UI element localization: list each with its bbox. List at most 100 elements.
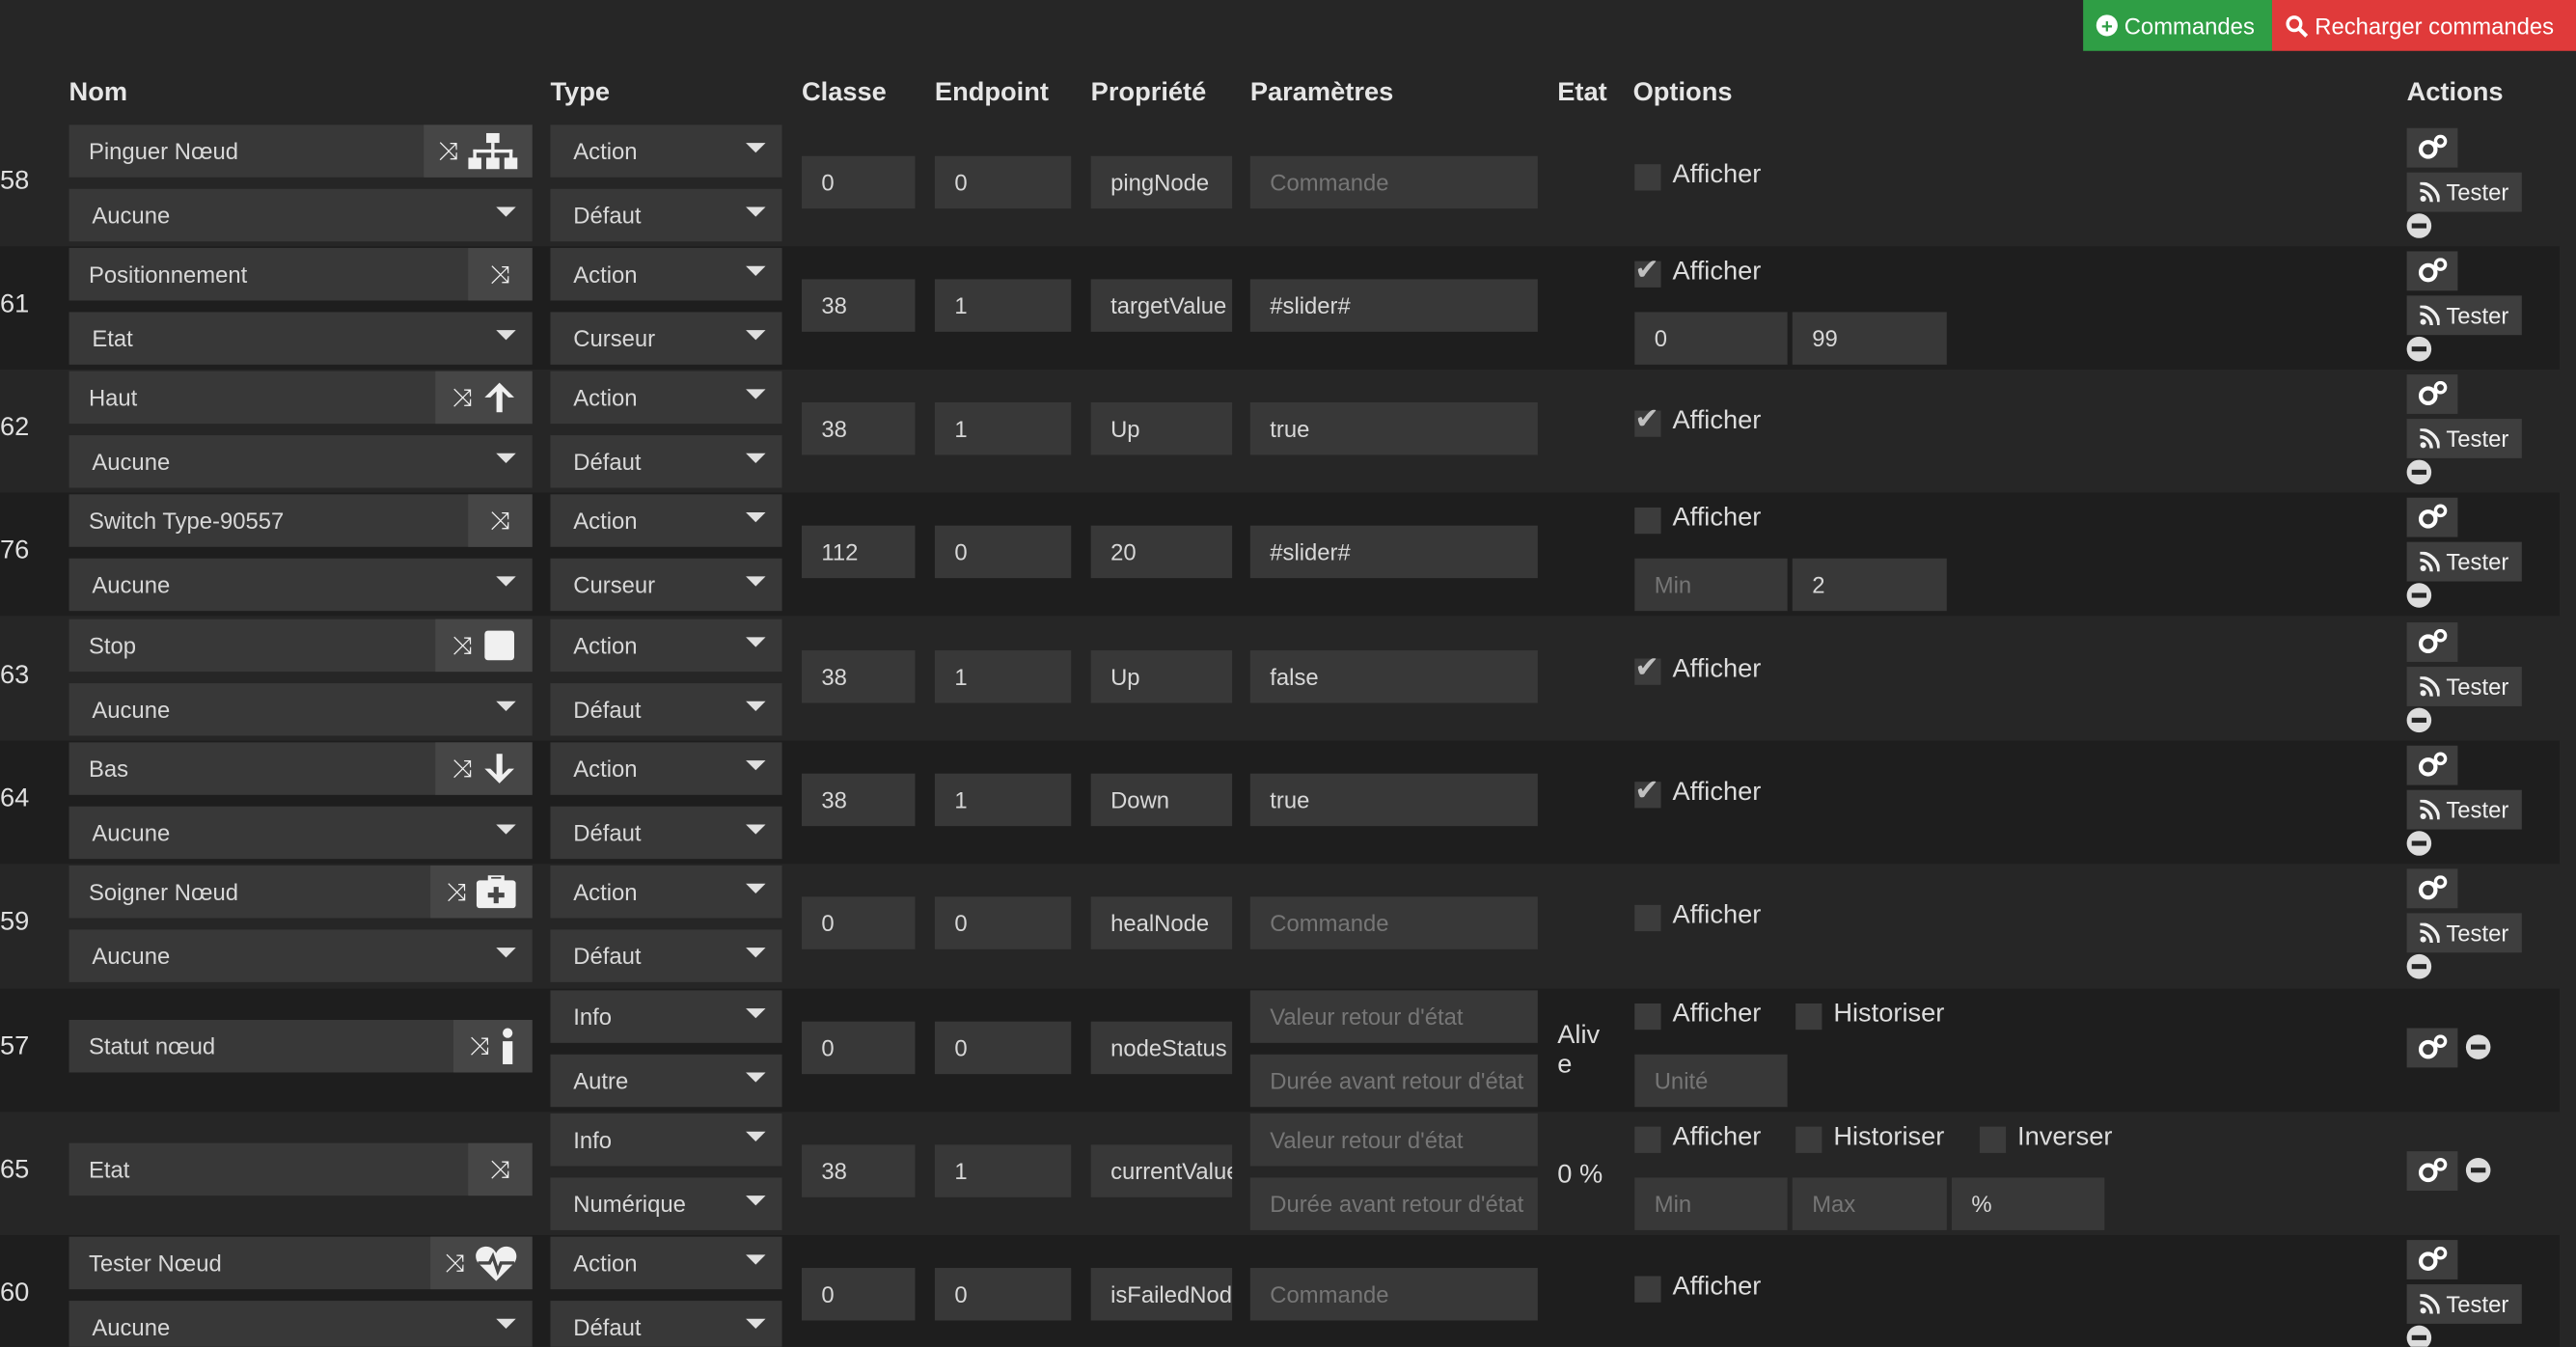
- classe-input[interactable]: 38: [801, 279, 916, 332]
- value-select[interactable]: Aucune: [69, 683, 533, 736]
- value-select[interactable]: Aucune: [69, 558, 533, 612]
- remove-icon[interactable]: [2406, 831, 2432, 856]
- command-name-input[interactable]: Etat: [69, 1142, 533, 1196]
- classe-input[interactable]: 0: [801, 896, 916, 949]
- configure-button[interactable]: [2406, 745, 2458, 785]
- remove-icon[interactable]: [2406, 583, 2432, 608]
- icon-picker[interactable]: ⤨: [430, 866, 533, 919]
- duree-retour-input[interactable]: Durée avant retour d'état: [1249, 1054, 1538, 1108]
- value-select[interactable]: Aucune: [69, 1301, 533, 1347]
- configure-button[interactable]: [2406, 374, 2458, 414]
- afficher-checkbox[interactable]: ✔: [1634, 255, 1661, 288]
- propriete-input[interactable]: Down: [1090, 773, 1233, 827]
- classe-input[interactable]: 0: [801, 155, 916, 209]
- tester-button[interactable]: Tester: [2406, 419, 2522, 458]
- afficher-checkbox[interactable]: [1634, 507, 1661, 535]
- propriete-input[interactable]: Up: [1090, 650, 1233, 703]
- afficher-checkbox[interactable]: ✔: [1634, 775, 1661, 809]
- parametres-input[interactable]: #slider#: [1249, 279, 1538, 332]
- remove-icon[interactable]: [2465, 1034, 2491, 1059]
- configure-button[interactable]: [2406, 622, 2458, 662]
- tester-button[interactable]: Tester: [2406, 789, 2522, 830]
- remove-icon[interactable]: [2406, 459, 2432, 485]
- parametres-input[interactable]: false: [1249, 650, 1538, 703]
- icon-picker[interactable]: ⤨: [435, 619, 533, 673]
- classe-input[interactable]: 38: [801, 773, 916, 827]
- unit-input[interactable]: %: [1951, 1177, 2105, 1230]
- endpoint-input[interactable]: 1: [934, 650, 1072, 703]
- max-input[interactable]: Max: [1792, 1177, 1947, 1230]
- subtype-select[interactable]: Numérique: [550, 1177, 782, 1230]
- configure-button[interactable]: [2406, 1151, 2458, 1192]
- inverser-checkbox[interactable]: [1979, 1126, 2007, 1153]
- afficher-checkbox[interactable]: [1634, 164, 1661, 191]
- classe-input[interactable]: 38: [801, 402, 916, 455]
- subtype-select[interactable]: Défaut: [550, 929, 782, 982]
- reload-commands-button[interactable]: Recharger commandes: [2271, 0, 2576, 51]
- type-select[interactable]: Info: [550, 990, 782, 1043]
- type-select[interactable]: Info: [550, 1113, 782, 1167]
- icon-picker[interactable]: ⤨: [452, 1020, 533, 1073]
- subtype-select[interactable]: Curseur: [550, 312, 782, 365]
- remove-icon[interactable]: [2406, 707, 2432, 733]
- remove-icon[interactable]: [2406, 1325, 2432, 1347]
- configure-button[interactable]: [2406, 497, 2458, 537]
- tester-button[interactable]: Tester: [2406, 1284, 2522, 1324]
- historiser-checkbox[interactable]: [1795, 1126, 1822, 1153]
- endpoint-input[interactable]: 1: [934, 279, 1072, 332]
- tester-button[interactable]: Tester: [2406, 913, 2522, 953]
- classe-input[interactable]: 0: [801, 1268, 916, 1321]
- icon-picker[interactable]: ⤨: [468, 494, 533, 547]
- afficher-checkbox[interactable]: [1634, 904, 1661, 932]
- afficher-checkbox[interactable]: [1634, 1003, 1661, 1031]
- classe-input[interactable]: 38: [801, 1144, 916, 1197]
- configure-button[interactable]: [2406, 251, 2458, 291]
- configure-button[interactable]: [2406, 868, 2458, 909]
- parametres-input[interactable]: true: [1249, 402, 1538, 455]
- type-select[interactable]: Action: [550, 494, 782, 547]
- icon-picker[interactable]: ⤨: [435, 742, 533, 795]
- remove-icon[interactable]: [2406, 213, 2432, 238]
- type-select[interactable]: Action: [550, 124, 782, 178]
- propriete-input[interactable]: nodeStatus: [1090, 1021, 1233, 1075]
- min-input[interactable]: Min: [1634, 558, 1788, 612]
- endpoint-input[interactable]: 0: [934, 155, 1072, 209]
- historiser-checkbox[interactable]: [1795, 1003, 1822, 1031]
- icon-picker[interactable]: ⤨: [424, 124, 533, 178]
- configure-button[interactable]: [2406, 127, 2458, 168]
- subtype-select[interactable]: Défaut: [550, 683, 782, 736]
- type-select[interactable]: Action: [550, 619, 782, 673]
- endpoint-input[interactable]: 1: [934, 1144, 1072, 1197]
- max-input[interactable]: 2: [1792, 558, 1947, 612]
- tester-button[interactable]: Tester: [2406, 172, 2522, 212]
- parametres-input[interactable]: true: [1249, 773, 1538, 827]
- subtype-select[interactable]: Autre: [550, 1054, 782, 1108]
- endpoint-input[interactable]: 0: [934, 896, 1072, 949]
- propriete-input[interactable]: 20: [1090, 525, 1233, 579]
- parametres-input[interactable]: Commande: [1249, 1268, 1538, 1321]
- endpoint-input[interactable]: 0: [934, 525, 1072, 579]
- endpoint-input[interactable]: 1: [934, 773, 1072, 827]
- min-input[interactable]: Min: [1634, 1177, 1788, 1230]
- value-select[interactable]: Aucune: [69, 435, 533, 488]
- value-select[interactable]: Aucune: [69, 929, 533, 982]
- icon-picker[interactable]: ⤨: [435, 371, 533, 425]
- classe-input[interactable]: 0: [801, 1021, 916, 1075]
- command-name-input[interactable]: Switch Type-90557: [69, 494, 533, 547]
- parametres-input[interactable]: #slider#: [1249, 525, 1538, 579]
- command-name-input[interactable]: Positionnement: [69, 248, 533, 301]
- max-input[interactable]: 99: [1792, 312, 1947, 365]
- type-select[interactable]: Action: [550, 1236, 782, 1290]
- valeur-retour-input[interactable]: Valeur retour d'état: [1249, 990, 1538, 1043]
- subtype-select[interactable]: Défaut: [550, 806, 782, 860]
- type-select[interactable]: Action: [550, 371, 782, 425]
- value-select[interactable]: Aucune: [69, 188, 533, 242]
- propriete-input[interactable]: Up: [1090, 402, 1233, 455]
- classe-input[interactable]: 112: [801, 525, 916, 579]
- type-select[interactable]: Action: [550, 866, 782, 919]
- icon-picker[interactable]: ⤨: [430, 1236, 533, 1290]
- subtype-select[interactable]: Curseur: [550, 558, 782, 612]
- afficher-checkbox[interactable]: ✔: [1634, 404, 1661, 437]
- afficher-checkbox[interactable]: [1634, 1276, 1661, 1303]
- subtype-select[interactable]: Défaut: [550, 1301, 782, 1347]
